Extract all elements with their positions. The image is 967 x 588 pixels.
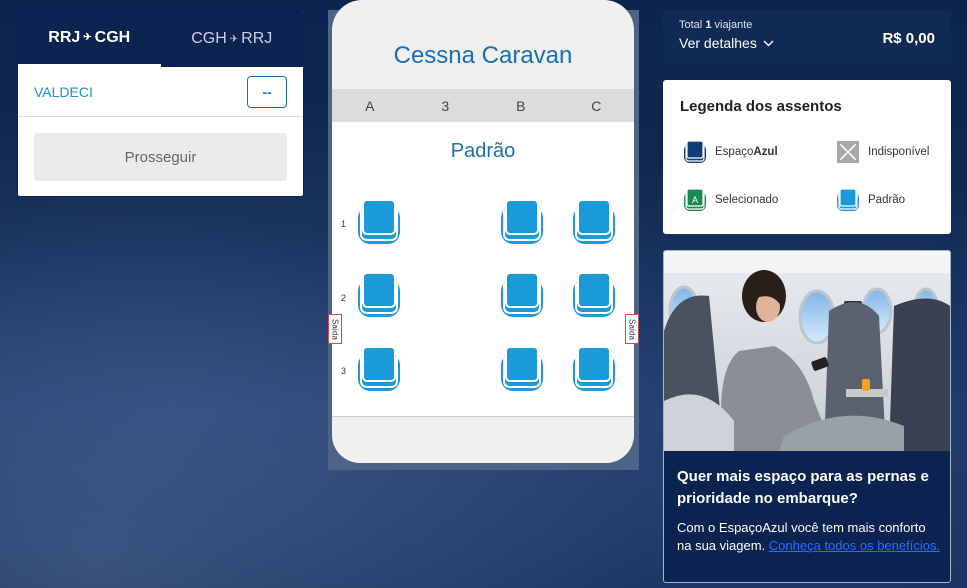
cabin: Padrão 1 2 3: [332, 122, 634, 417]
tab-outbound[interactable]: RRJ ✈ CGH: [18, 11, 161, 67]
aircraft-name: Cessna Caravan: [393, 42, 573, 69]
row-number-2: 2: [341, 293, 347, 303]
column-label-aisle: 3: [441, 97, 450, 114]
total-prefix: Total: [679, 19, 703, 31]
legend-unavailable-label: Indisponível: [868, 146, 930, 158]
seat-3b[interactable]: [499, 345, 545, 393]
seat-2a[interactable]: [356, 271, 402, 319]
tab-return[interactable]: CGH ✈ RRJ: [161, 11, 304, 67]
legend-selected-label: Selecionado: [715, 194, 779, 206]
espaco-azul-seat-icon: [683, 140, 707, 164]
promo-cabin-photo: [664, 251, 950, 451]
espaco-azul-promo: Quer mais espaço para as pernas e priori…: [663, 250, 951, 583]
legend-selected: A Selecionado: [683, 188, 778, 212]
legend-title: Legenda dos assentos: [680, 98, 842, 115]
column-label-b: B: [516, 97, 526, 114]
traveler-label: viajante: [714, 19, 753, 31]
tab-return-destination: RRJ: [241, 30, 273, 47]
tab-outbound-origin: RRJ: [48, 28, 81, 46]
legend-standard: Padrão: [836, 188, 905, 212]
selected-seat-icon: A: [683, 188, 707, 212]
seat-legend: Legenda dos assentos EspaçoAzul Indispon…: [663, 80, 951, 234]
exit-label-right: Saída: [625, 314, 639, 344]
selected-seat-letter: A: [692, 195, 698, 205]
chevron-down-icon: [763, 40, 774, 46]
seat-1a[interactable]: [356, 198, 402, 246]
see-details-label: Ver detalhes: [679, 35, 757, 51]
row-number-1: 1: [341, 219, 347, 229]
legend-standard-label: Padrão: [868, 194, 906, 206]
legend-espaco-label: EspaçoAzul: [715, 146, 778, 158]
column-label-a: A: [365, 97, 375, 114]
proceed-button[interactable]: Prosseguir: [34, 133, 287, 181]
seat-3c[interactable]: [571, 345, 617, 393]
cabin-class-title: Padrão: [450, 140, 516, 162]
unavailable-seat-icon: [837, 141, 859, 163]
passenger-seat-box[interactable]: --: [247, 75, 287, 108]
column-label-c: C: [591, 97, 602, 114]
column-header: A 3 B C: [332, 89, 634, 122]
seat-2b[interactable]: [499, 271, 545, 319]
flight-selection-panel: RRJ ✈ CGH CGH ✈ RRJ VALDECI -- Prossegui…: [17, 10, 304, 197]
tab-outbound-destination: CGH: [94, 28, 131, 46]
seat-1b[interactable]: [499, 198, 545, 246]
seat-map: Cessna Caravan A 3 B C Padrão 1 2 3: [332, 0, 634, 463]
traveler-count: 1: [705, 19, 712, 31]
seat-1c[interactable]: [571, 198, 617, 246]
passenger-row[interactable]: VALDECI --: [18, 67, 303, 117]
tab-return-origin: CGH: [191, 30, 227, 47]
airplane-icon: ✈: [83, 32, 92, 43]
legend-espaco-bold: Azul: [753, 146, 778, 158]
legend-espaco-azul: EspaçoAzul: [683, 140, 778, 164]
see-details-toggle[interactable]: Ver detalhes: [679, 35, 774, 51]
legend-espaco-prefix: Espaço: [715, 146, 754, 158]
total-summary: Total 1 viajante Ver detalhes R$ 0,00: [663, 10, 951, 64]
standard-seat-icon: [836, 188, 860, 212]
total-price: R$ 0,00: [882, 30, 935, 47]
promo-text: Com o EspaçoAzul você tem mais conforto …: [677, 519, 942, 555]
row-number-3: 3: [341, 366, 347, 376]
seat-2c[interactable]: [571, 271, 617, 319]
promo-title: Quer mais espaço para as pernas e priori…: [677, 468, 929, 507]
airplane-icon: ✈: [229, 33, 239, 45]
exit-label-left: Saída: [328, 314, 342, 344]
promo-benefits-link[interactable]: Conheça todos os benefícios.: [769, 538, 940, 553]
seat-3a[interactable]: [356, 345, 402, 393]
segment-tabs: RRJ ✈ CGH CGH ✈ RRJ: [18, 11, 303, 67]
passenger-name: VALDECI: [34, 83, 93, 100]
legend-unavailable: Indisponível: [836, 140, 929, 164]
aircraft-frame: Cessna Caravan A 3 B C Padrão 1 2 3 Saíd…: [328, 0, 639, 470]
